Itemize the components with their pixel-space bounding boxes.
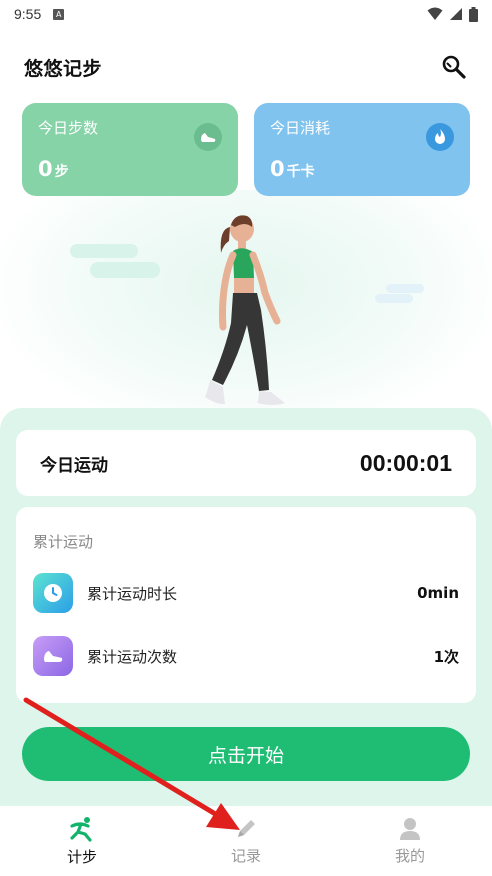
- battery-icon: [469, 6, 478, 22]
- steps-card: 今日步数 0步: [22, 103, 238, 196]
- cumulative-count-label: 累计运动次数: [87, 647, 178, 666]
- calories-card: 今日消耗 0 千卡: [254, 103, 470, 196]
- notification-badge: A: [53, 8, 65, 20]
- wrench-search-icon: [442, 55, 466, 79]
- wifi-icon: [427, 7, 443, 20]
- pencil-icon: [238, 819, 255, 837]
- tab-profile[interactable]: 我的: [328, 806, 492, 876]
- calories-value-wrap: 0 千卡: [270, 157, 315, 181]
- cloud-decoration: [70, 244, 138, 258]
- flame-icon: [426, 123, 454, 151]
- today-exercise-timer: 00:00:01: [359, 449, 452, 476]
- tab-step-count-label: 计步: [66, 847, 97, 866]
- status-time: 9:55: [14, 6, 42, 22]
- runner-icon: [70, 816, 92, 842]
- shoe-icon: [33, 636, 73, 676]
- clock-icon: [33, 573, 73, 613]
- cumulative-duration-value: 0min: [417, 584, 459, 602]
- cloud-decoration: [386, 284, 424, 293]
- today-exercise-card: 今日运动 00:00:01: [16, 430, 476, 496]
- cumulative-title: 累计运动: [33, 533, 94, 551]
- status-bar: 9:55 A: [0, 0, 492, 28]
- bottom-tab-bar: 计步 记录 我的: [0, 806, 492, 876]
- cumulative-count-row: 累计运动次数 1次: [33, 636, 459, 676]
- steps-unit: 步: [54, 164, 69, 180]
- cumulative-duration-row: 累计运动时长 0min: [33, 573, 459, 613]
- cloud-decoration: [375, 294, 413, 303]
- tab-step-count[interactable]: 计步: [0, 806, 164, 876]
- walking-woman-illustration: [205, 215, 285, 405]
- cumulative-count-value: 1次: [433, 647, 459, 666]
- person-icon: [400, 817, 420, 840]
- cumulative-duration-label: 累计运动时长: [87, 584, 178, 603]
- cloud-decoration: [90, 262, 160, 278]
- steps-value-wrap: 0步: [38, 157, 69, 181]
- cumulative-card: 累计运动 累计运动时长 0min 累计运动次数 1次: [16, 507, 476, 703]
- today-exercise-label: 今日运动: [40, 455, 108, 476]
- settings-button[interactable]: [440, 53, 468, 81]
- start-button[interactable]: 点击开始: [22, 727, 470, 781]
- calories-unit: 千卡: [286, 164, 315, 180]
- calories-value: 0: [270, 157, 285, 181]
- app-title: 悠悠记步: [24, 57, 103, 80]
- shoe-icon: [194, 123, 222, 151]
- steps-value: 0: [38, 157, 53, 181]
- app-header: 悠悠记步: [0, 50, 492, 84]
- tab-records[interactable]: 记录: [164, 806, 328, 876]
- tab-profile-label: 我的: [394, 846, 425, 865]
- signal-icon: [450, 8, 462, 20]
- tab-records-label: 记录: [230, 846, 261, 865]
